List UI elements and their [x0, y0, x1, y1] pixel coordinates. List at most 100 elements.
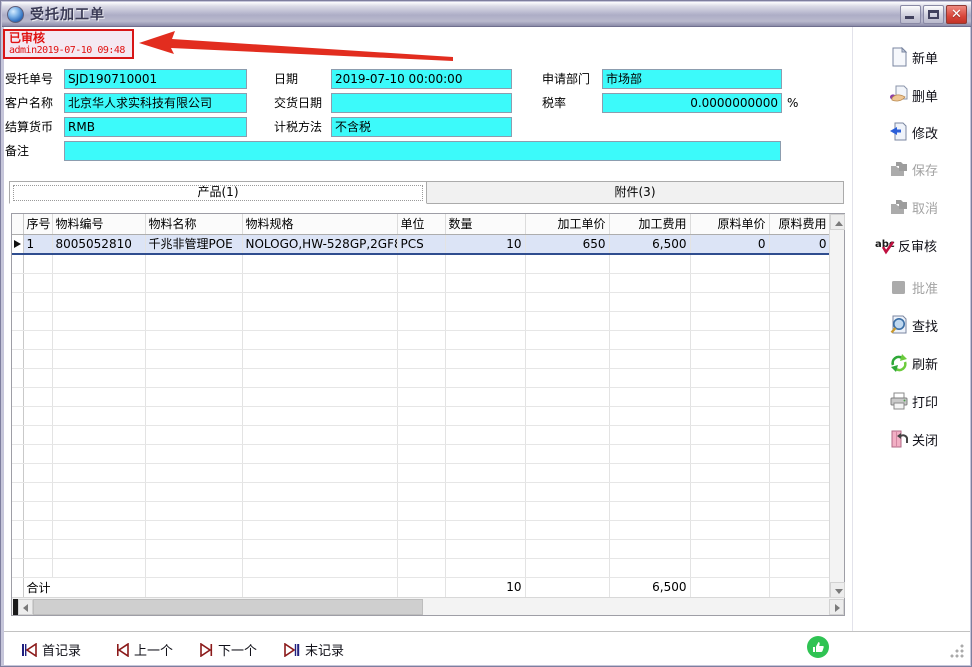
- total-proc-fee: 6,500: [609, 577, 690, 597]
- modify-doc-icon: [889, 122, 909, 142]
- date-field[interactable]: 2019-07-10 00:00:00: [331, 69, 512, 89]
- prev-record-icon: [116, 643, 129, 657]
- minimize-button[interactable]: [900, 5, 921, 24]
- items-table: 序号 物料编号 物料名称 物料规格 单位 数量 加工单价 加工费用 原料单价 原…: [12, 214, 831, 597]
- col-header-qty: 数量: [445, 214, 525, 234]
- find-button[interactable]: 查找: [889, 313, 938, 337]
- scroll-up-icon: [835, 221, 843, 226]
- department-field[interactable]: 市场部: [602, 69, 782, 89]
- delivery-date-field[interactable]: [331, 93, 512, 113]
- printer-icon: [889, 391, 909, 411]
- grid-empty-rows: [12, 254, 830, 577]
- modify-button-label: 修改: [912, 123, 938, 142]
- grid-header-row: 序号 物料编号 物料名称 物料规格 单位 数量 加工单价 加工费用 原料单价 原…: [12, 214, 830, 234]
- tab-attachment[interactable]: 附件(3): [427, 181, 844, 204]
- tax-rate-field[interactable]: 0.0000000000: [602, 93, 782, 113]
- maximize-icon: [928, 10, 939, 19]
- maximize-button[interactable]: [923, 5, 944, 24]
- grid-empty-row: [12, 463, 830, 482]
- consign-no-field[interactable]: SJD190710001: [64, 69, 247, 89]
- total-qty: 10: [445, 577, 525, 597]
- cell-item-no[interactable]: 8005052810: [52, 234, 145, 254]
- new-button[interactable]: 新单: [889, 45, 938, 69]
- date-label: 日期: [274, 69, 298, 89]
- current-row-marker-icon: [14, 240, 21, 248]
- grid-empty-row: [12, 425, 830, 444]
- grid-row-selected[interactable]: 1 8005052810 千兆非管理POE NOLOGO,HW-528GP,2G…: [12, 234, 830, 254]
- cell-unit[interactable]: PCS: [397, 234, 445, 254]
- cell-proc-price[interactable]: 650: [525, 234, 609, 254]
- approve-button: 批准: [889, 275, 938, 299]
- col-header-proc-price: 加工单价: [525, 214, 609, 234]
- cell-item-name[interactable]: 千兆非管理POE: [145, 234, 242, 254]
- current-row-gutter: [12, 234, 23, 254]
- first-record-icon: [21, 643, 37, 657]
- tab-product[interactable]: 产品(1): [9, 181, 427, 204]
- next-record-button[interactable]: 下一个: [200, 640, 257, 659]
- close-door-icon: [889, 429, 909, 449]
- hscroll-thumb[interactable]: [33, 599, 423, 615]
- total-label: 合计: [23, 577, 145, 597]
- scroll-left-icon: [23, 604, 28, 612]
- col-header-proc-fee: 加工费用: [609, 214, 690, 234]
- prev-record-button[interactable]: 上一个: [116, 640, 173, 659]
- last-record-label: 末记录: [305, 640, 344, 659]
- grid-body: 1 8005052810 千兆非管理POE NOLOGO,HW-528GP,2G…: [12, 234, 830, 254]
- unapprove-button[interactable]: abc 反审核: [875, 233, 937, 257]
- scroll-right-icon: [835, 604, 840, 612]
- tax-method-field[interactable]: 不含税: [331, 117, 512, 137]
- last-record-button[interactable]: 末记录: [284, 640, 344, 659]
- cell-seq[interactable]: 1: [23, 234, 52, 254]
- grid-empty-row: [12, 387, 830, 406]
- minimize-icon: [905, 16, 914, 19]
- grid-empty-row: [12, 311, 830, 330]
- vertical-scrollbar[interactable]: [829, 214, 844, 598]
- refresh-button[interactable]: 刷新: [889, 351, 938, 375]
- refresh-button-label: 刷新: [912, 354, 938, 373]
- scroll-up-button[interactable]: [830, 214, 845, 230]
- cell-item-spec[interactable]: NOLOGO,HW-528GP,2GF8: [242, 234, 397, 254]
- prev-record-label: 上一个: [134, 640, 173, 659]
- grid-empty-row: [12, 520, 830, 539]
- cell-proc-fee[interactable]: 6,500: [609, 234, 690, 254]
- modify-button[interactable]: 修改: [889, 120, 938, 144]
- grid-empty-row: [12, 501, 830, 520]
- currency-field[interactable]: RMB: [64, 117, 247, 137]
- window-title: 受托加工单: [30, 4, 105, 24]
- find-magnifier-icon: [889, 315, 909, 335]
- close-form-button[interactable]: 关闭: [889, 427, 938, 451]
- refresh-arrows-icon: [889, 353, 909, 373]
- cell-qty[interactable]: 10: [445, 234, 525, 254]
- grid-empty-row: [12, 254, 830, 273]
- next-record-icon: [200, 643, 213, 657]
- first-record-button[interactable]: 首记录: [21, 640, 81, 659]
- approval-stamp: 已审核 admin2019-07-10 09:48: [3, 29, 134, 59]
- scroll-down-button[interactable]: [830, 582, 845, 598]
- print-button[interactable]: 打印: [889, 389, 938, 413]
- cell-raw-fee[interactable]: 0: [769, 234, 830, 254]
- department-label: 申请部门: [542, 69, 590, 89]
- horizontal-scrollbar[interactable]: [12, 597, 844, 615]
- approve-button-label: 批准: [912, 278, 938, 297]
- scroll-right-button[interactable]: [829, 599, 844, 615]
- new-doc-icon: [889, 47, 909, 67]
- col-header-raw-fee: 原料费用: [769, 214, 830, 234]
- grid-empty-row: [12, 273, 830, 292]
- resize-grip[interactable]: [950, 644, 964, 658]
- remark-label: 备注: [5, 141, 29, 161]
- tax-rate-label: 税率: [542, 93, 566, 113]
- remark-field[interactable]: [64, 141, 781, 161]
- save-folder-icon: [889, 159, 909, 179]
- delivery-date-label: 交货日期: [274, 93, 322, 113]
- first-record-label: 首记录: [42, 640, 81, 659]
- col-header-seq: 序号: [23, 214, 52, 234]
- cell-raw-price[interactable]: 0: [690, 234, 769, 254]
- find-button-label: 查找: [912, 316, 938, 335]
- cancel-button: 取消: [889, 195, 938, 219]
- stamp-status: 已审核: [9, 32, 128, 45]
- close-button[interactable]: ✕: [946, 5, 967, 24]
- col-header-unit: 单位: [397, 214, 445, 234]
- delete-button[interactable]: 删单: [889, 83, 938, 107]
- customer-field[interactable]: 北京华人求实科技有限公司: [64, 93, 247, 113]
- scroll-left-button[interactable]: [18, 599, 33, 615]
